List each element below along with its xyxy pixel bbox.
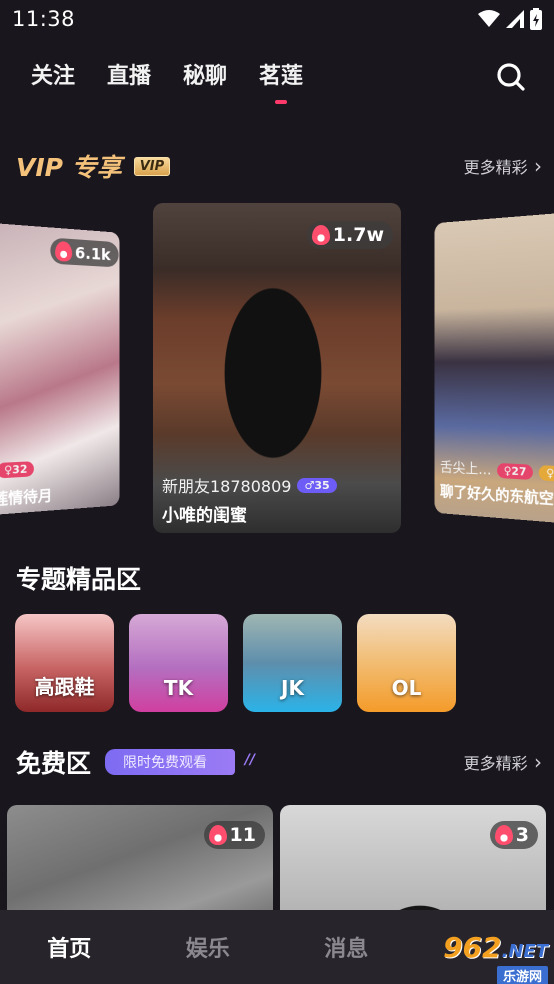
free-section-title: 免费区 — [16, 749, 92, 778]
status-time: 11:38 — [12, 7, 76, 31]
topic-label: JK — [281, 676, 304, 700]
gender-age-badge-secondary: ♀ — [539, 464, 554, 482]
gender-age-badge: ♀32 — [0, 461, 35, 479]
vip-card-caption: 莲情待月 — [0, 486, 53, 509]
top-tab-bar: 关注 直播 秘聊 茗莲 — [0, 58, 554, 108]
vip-badge: VIP — [133, 156, 171, 176]
status-bar: 11:38 — [0, 0, 554, 38]
topic-tk[interactable]: TK — [129, 614, 228, 712]
vip-card-username: 新朋友18780809 — [162, 477, 292, 496]
vip-section-title: VIP 专享 — [16, 153, 122, 182]
topic-high-heels[interactable]: 高跟鞋 — [15, 614, 114, 712]
vip-card-center[interactable]: 1.7w 新朋友18780809 ♂35 小唯的闺蜜 — [153, 203, 401, 533]
watermark-sub: 乐游网 — [496, 966, 548, 984]
search-icon — [497, 63, 525, 91]
topic-section-title: 专题精品区 — [16, 565, 142, 594]
signal-icon — [506, 10, 524, 28]
gender-age-badge: ♀27 — [497, 462, 534, 480]
vip-more-link[interactable]: 更多精彩 — [464, 154, 542, 178]
free-card-hot-count: 3 — [489, 821, 538, 849]
flame-icon — [55, 240, 73, 262]
battery-icon — [530, 8, 542, 30]
vip-card-username: 舌尖上… — [440, 459, 492, 479]
topic-jk[interactable]: JK — [243, 614, 342, 712]
free-section-header: 免费区 限时免费观看 // 更多精彩 — [16, 744, 542, 780]
free-limited-tag: 限时免费观看 // — [105, 749, 255, 775]
vip-section-header: VIP 专享 VIP 更多精彩 — [16, 148, 542, 184]
tab-private-chat[interactable]: 秘聊 — [183, 58, 227, 90]
tab-live[interactable]: 直播 — [107, 58, 151, 90]
tag-decoration: // — [244, 752, 256, 768]
watermark-logo: 962.NET — [443, 931, 548, 964]
topic-ol[interactable]: OL — [357, 614, 456, 712]
wifi-icon — [478, 10, 500, 27]
topic-label: 高跟鞋 — [34, 675, 95, 699]
vip-card-hot-count: 1.7w — [306, 221, 393, 249]
flame-icon — [208, 825, 227, 845]
flame-icon — [494, 825, 513, 845]
free-more-link[interactable]: 更多精彩 — [464, 750, 542, 774]
topic-label: OL — [391, 676, 422, 700]
gender-age-badge: ♂35 — [297, 477, 337, 493]
topic-label: TK — [163, 676, 194, 700]
search-button[interactable] — [496, 62, 526, 96]
flame-icon — [311, 225, 330, 245]
bottom-nav-entertainment[interactable]: 娱乐 — [139, 931, 278, 963]
vip-card-caption: 小唯的闺蜜 — [162, 506, 247, 526]
site-watermark: 962.NET 乐游网 — [412, 931, 548, 984]
free-card-hot-count: 11 — [203, 821, 265, 849]
status-icons — [478, 8, 542, 30]
bottom-nav-home[interactable]: 首页 — [0, 931, 139, 963]
tab-follow[interactable]: 关注 — [31, 58, 75, 90]
vip-card-right[interactable]: 舌尖上… ♀27 ♀ 聊了好久的东航空姐 — [434, 212, 554, 524]
vip-card-hot-count: 6.1k — [50, 237, 119, 268]
tab-minglian[interactable]: 茗莲 — [259, 58, 303, 90]
vip-card-left[interactable]: 6.1k ♀32 莲情待月 — [0, 222, 120, 516]
bottom-nav-messages[interactable]: 消息 — [277, 931, 416, 963]
